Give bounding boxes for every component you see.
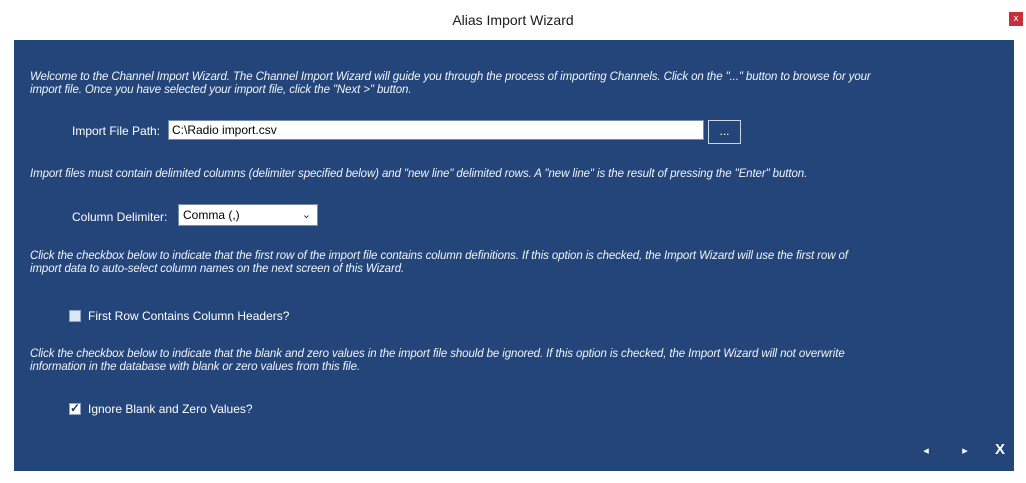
headers-help-line-1: Click the checkbox below to indicate tha…	[30, 250, 848, 262]
ignore-help-line-2: information in the database with blank o…	[30, 361, 360, 373]
window-title: Alias Import Wizard	[452, 12, 574, 28]
delimiter-help-text: Import files must contain delimited colu…	[30, 168, 808, 180]
ignore-blank-checkbox[interactable]: ✓	[69, 401, 81, 415]
intro-text-line-1: Welcome to the Channel Import Wizard. Th…	[30, 71, 871, 83]
column-delimiter-label: Column Delimiter:	[72, 210, 168, 224]
ignore-help-line-1: Click the checkbox below to indicate tha…	[30, 348, 845, 360]
column-delimiter-value: Comma (,)	[183, 208, 240, 222]
cancel-button[interactable]: X	[992, 441, 1008, 458]
close-button[interactable]: x	[1009, 12, 1023, 26]
chevron-down-icon: ⌄	[301, 209, 311, 221]
ignore-blank-label[interactable]: Ignore Blank and Zero Values?	[88, 402, 253, 416]
first-row-headers-checkbox[interactable]	[69, 310, 81, 322]
column-delimiter-select[interactable]: Comma (,) ⌄	[178, 204, 318, 226]
checkmark-icon: ✓	[70, 401, 81, 415]
first-row-headers-label[interactable]: First Row Contains Column Headers?	[88, 309, 289, 323]
back-button[interactable]: ◂	[919, 444, 933, 457]
title-bar: Alias Import Wizard x	[0, 0, 1026, 40]
import-file-path-input[interactable]: C:\Radio import.csv	[168, 120, 704, 140]
wizard-panel: Welcome to the Channel Import Wizard. Th…	[14, 40, 1014, 471]
headers-help-line-2: import data to auto-select column names …	[30, 263, 405, 275]
import-file-path-label: Import File Path:	[72, 124, 161, 138]
intro-text-line-2: import file. Once you have selected your…	[30, 84, 412, 96]
next-button[interactable]: ▸	[958, 444, 972, 457]
browse-button[interactable]: ...	[708, 120, 741, 144]
import-wizard-window: Alias Import Wizard x Welcome to the Cha…	[0, 0, 1026, 483]
